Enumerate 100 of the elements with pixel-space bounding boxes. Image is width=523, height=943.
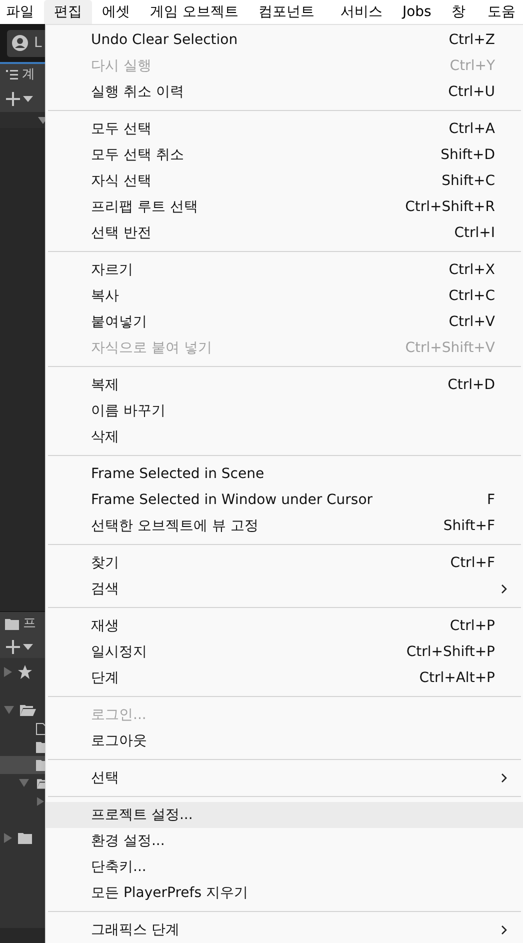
menu-item-label: 모든 PlayerPrefs 지우기 bbox=[91, 884, 248, 902]
menu-item[interactable]: 로그아웃 bbox=[46, 728, 523, 754]
menu-item-label: Frame Selected in Window under Cursor bbox=[91, 490, 373, 510]
add-icon[interactable] bbox=[5, 639, 21, 655]
menu-bar-item[interactable]: 창 bbox=[441, 0, 476, 24]
menu-item[interactable]: 모든 PlayerPrefs 지우기 bbox=[46, 880, 523, 906]
menu-item[interactable]: Frame Selected in Window under Cursor F bbox=[46, 487, 523, 513]
folder-icon bbox=[18, 832, 32, 844]
caret-icon[interactable] bbox=[23, 96, 33, 102]
shortcut-label: Ctrl+Y bbox=[450, 56, 495, 76]
menu-item-label: 로그인... bbox=[91, 706, 146, 724]
shortcut-label: Ctrl+Z bbox=[448, 30, 495, 50]
menu-item-label: 프리팹 루트 선택 bbox=[91, 198, 198, 216]
menu-item-label: 프로젝트 설정... bbox=[91, 806, 193, 824]
shortcut-label: Shift+D bbox=[440, 146, 495, 164]
menu-item-label: 환경 설정... bbox=[91, 832, 165, 850]
menu-item[interactable]: 프리팹 루트 선택 Ctrl+Shift+R bbox=[46, 194, 523, 220]
menu-item-label: Undo Clear Selection bbox=[91, 30, 238, 50]
menu-item[interactable]: 검색 bbox=[46, 576, 523, 602]
menu-item-label: 삭제 bbox=[91, 428, 119, 446]
expand-triangle-icon[interactable] bbox=[37, 796, 44, 806]
menu-item-label: 로그아웃 bbox=[91, 732, 147, 750]
menu-item[interactable]: 재생 Ctrl+P bbox=[46, 613, 523, 639]
star-icon bbox=[18, 665, 32, 679]
menu-item-label: 재생 bbox=[91, 616, 119, 636]
shortcut-label: Ctrl+V bbox=[448, 312, 495, 332]
menu-bar-item[interactable]: 파일 bbox=[0, 0, 44, 24]
menu-item-label: 단축키... bbox=[91, 858, 146, 876]
menu-item-label: 붙여넣기 bbox=[91, 312, 147, 332]
caret-icon[interactable] bbox=[23, 644, 33, 650]
menu-item-label: 자식으로 붙여 넣기 bbox=[91, 338, 212, 358]
menu-item-label: 선택 bbox=[91, 768, 119, 788]
shortcut-label: Ctrl+Shift+V bbox=[405, 338, 495, 358]
shortcut-label: Ctrl+Alt+P bbox=[419, 668, 495, 688]
menu-item[interactable]: 찾기 Ctrl+F bbox=[46, 550, 523, 576]
shortcut-label: Ctrl+C bbox=[448, 286, 495, 306]
menu-item-label: 복제 bbox=[91, 376, 119, 394]
hierarchy-tab[interactable]: 계 bbox=[22, 65, 35, 85]
shortcut-label: Ctrl+I bbox=[454, 224, 495, 242]
shortcut-label: Ctrl+X bbox=[448, 260, 495, 280]
menu-item-label: 검색 bbox=[91, 580, 119, 598]
menu-item-label: 선택한 오브젝트에 뷰 고정 bbox=[91, 516, 258, 536]
menu-item[interactable]: 모두 선택 Ctrl+A bbox=[46, 116, 523, 142]
chevron-right-icon bbox=[501, 584, 507, 594]
menu-bar-item[interactable]: 편집 bbox=[44, 0, 92, 24]
menu-item[interactable]: 프로젝트 설정... bbox=[46, 802, 523, 828]
menu-item[interactable]: 복사 Ctrl+C bbox=[46, 283, 523, 309]
list-icon bbox=[6, 70, 18, 80]
folder-icon bbox=[5, 618, 19, 630]
menu-item-label: 모두 선택 bbox=[91, 120, 152, 138]
shortcut-label: Ctrl+D bbox=[448, 376, 495, 394]
menu-item[interactable]: 실행 취소 이력 Ctrl+U bbox=[46, 79, 523, 105]
menu-item[interactable]: 모두 선택 취소 Shift+D bbox=[46, 142, 523, 168]
project-tab[interactable]: 프 bbox=[23, 614, 36, 634]
menu-item-label: 다시 실행 bbox=[91, 56, 152, 76]
menu-bar-item[interactable]: 도움 bbox=[475, 0, 523, 24]
shortcut-label: Ctrl+A bbox=[448, 120, 495, 138]
shortcut-label: F bbox=[486, 490, 495, 510]
menu-item[interactable]: 그래픽스 단계 bbox=[46, 917, 523, 943]
menu-item[interactable]: 일시정지 Ctrl+Shift+P bbox=[46, 639, 523, 665]
menu-item-label: 선택 반전 bbox=[91, 224, 152, 242]
shortcut-label: Shift+C bbox=[442, 172, 495, 190]
menu-item[interactable]: 환경 설정... bbox=[46, 828, 523, 854]
menu-item-label: 자르기 bbox=[91, 260, 133, 280]
menu-item[interactable]: 자르기 Ctrl+X bbox=[46, 257, 523, 283]
user-icon bbox=[12, 35, 28, 51]
chevron-right-icon bbox=[501, 773, 507, 783]
menu-item[interactable]: 삭제 bbox=[46, 424, 523, 450]
menu-bar-item[interactable]: 게임 오브젝트 bbox=[140, 0, 248, 24]
menu-item-label: 모두 선택 취소 bbox=[91, 146, 184, 164]
menu-item-label: 찾기 bbox=[91, 554, 119, 572]
menu-item[interactable]: 복제 Ctrl+D bbox=[46, 372, 523, 398]
menu-item[interactable]: 선택 반전 Ctrl+I bbox=[46, 220, 523, 246]
menu-item-label: 일시정지 bbox=[91, 642, 147, 662]
menu-item[interactable]: 단계 Ctrl+Alt+P bbox=[46, 665, 523, 691]
menu-item[interactable]: 붙여넣기 Ctrl+V bbox=[46, 309, 523, 335]
menu-item-label: 실행 취소 이력 bbox=[91, 82, 184, 102]
menu-item[interactable]: 선택 bbox=[46, 765, 523, 791]
menu-bar-item[interactable]: 에셋 bbox=[92, 0, 140, 24]
menu-item-label: 이름 바꾸기 bbox=[91, 402, 166, 420]
menu-item-label: 그래픽스 단계 bbox=[91, 920, 180, 940]
shortcut-label: Shift+F bbox=[443, 516, 495, 536]
menu-bar-item[interactable]: Jobs bbox=[392, 0, 442, 24]
menu-bar-item[interactable]: 서비스 bbox=[324, 0, 392, 24]
menu-item[interactable]: 선택한 오브젝트에 뷰 고정 Shift+F bbox=[46, 513, 523, 539]
shortcut-label: Ctrl+U bbox=[448, 82, 495, 102]
menu-item-label: 복사 bbox=[91, 286, 119, 306]
chevron-right-icon bbox=[501, 925, 507, 935]
menu-bar-item[interactable]: 컴포넌트 bbox=[248, 0, 324, 24]
menu-item-label: 자식 선택 bbox=[91, 172, 152, 190]
shortcut-label: Ctrl+P bbox=[450, 616, 495, 636]
shortcut-label: Ctrl+Shift+P bbox=[406, 642, 495, 662]
menu-item-label: Frame Selected in Scene bbox=[91, 464, 264, 484]
add-icon[interactable] bbox=[5, 91, 21, 107]
menu-item[interactable]: 이름 바꾸기 bbox=[46, 398, 523, 424]
menu-item[interactable]: 자식 선택 Shift+C bbox=[46, 168, 523, 194]
shortcut-label: Ctrl+Shift+R bbox=[405, 198, 495, 216]
shortcut-label: Ctrl+F bbox=[450, 554, 495, 572]
menu-item[interactable]: 단축키... bbox=[46, 854, 523, 880]
menu-item[interactable]: Frame Selected in Scene bbox=[46, 461, 523, 487]
